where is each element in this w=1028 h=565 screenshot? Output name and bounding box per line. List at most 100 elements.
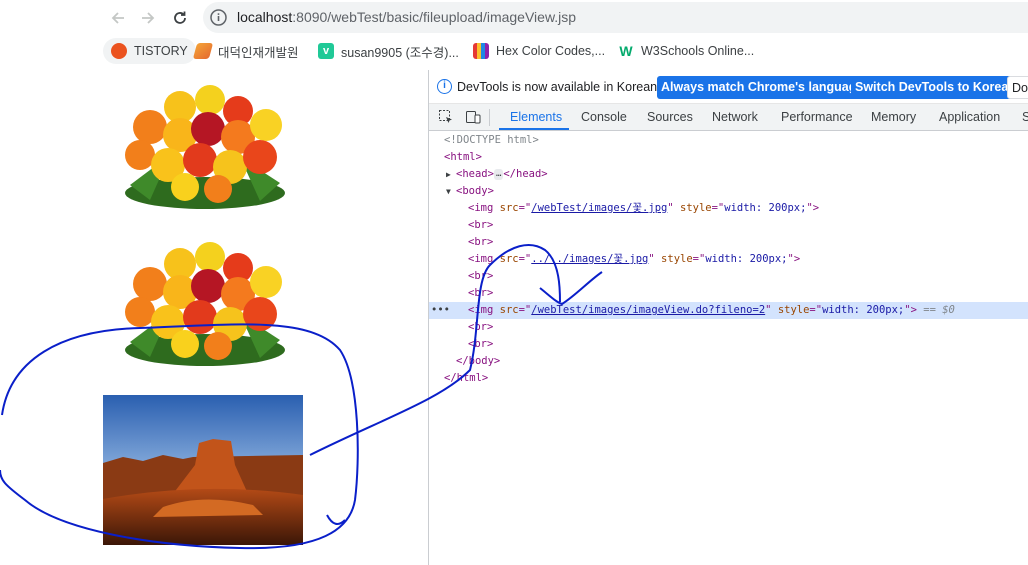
tag-text: <br>: [468, 338, 494, 350]
devtools-tabbar: Elements Console Sources Network Perform…: [429, 104, 1028, 131]
dom-br[interactable]: <br>: [429, 319, 1028, 336]
flower-image-2: [125, 242, 285, 366]
src-link[interactable]: ../../images/꽃.jpg: [531, 253, 648, 265]
tag-text: </html>: [444, 372, 489, 384]
bookmark-label: TISTORY: [134, 44, 188, 58]
attr-name: style: [777, 304, 810, 316]
dom-br[interactable]: <br>: [429, 234, 1028, 251]
palette-icon: [473, 43, 489, 59]
collapse-triangle-icon[interactable]: ▼: [446, 183, 456, 200]
dom-body-close[interactable]: </body>: [429, 353, 1028, 370]
tag-text: <br>: [468, 321, 494, 333]
dom-img-1[interactable]: <img src="/webTest/images/꽃.jpg" style="…: [429, 200, 1028, 217]
elements-tree: <!DOCTYPE html> <html> ▶ <head>… </head> ▼…: [429, 132, 1028, 565]
doctype-text: <!DOCTYPE html>: [444, 134, 539, 146]
device-toolbar-icon[interactable]: [465, 109, 481, 125]
bookmark-label: susan9905 (조수경)...: [341, 45, 459, 60]
attr-name: src: [499, 304, 519, 316]
tag-text: </head>: [503, 168, 548, 180]
url-text[interactable]: localhost:8090/webTest/basic/fileupload/…: [237, 9, 576, 25]
url-path: :8090/webTest/basic/fileupload/imageView…: [292, 9, 577, 25]
more-options-icon[interactable]: •••: [431, 302, 450, 319]
tab-performance[interactable]: Performance: [781, 110, 853, 124]
tab-sources[interactable]: Sources: [647, 110, 693, 124]
dom-br[interactable]: <br>: [429, 268, 1028, 285]
tag-text: <body>: [456, 185, 494, 197]
reload-button[interactable]: [169, 7, 191, 29]
tag-text: <img: [468, 304, 494, 316]
velog-icon: v: [318, 43, 334, 59]
tag-text: <head>: [456, 168, 494, 180]
dom-br[interactable]: <br>: [429, 336, 1028, 353]
tab-memory[interactable]: Memory: [871, 110, 916, 124]
desert-image: [103, 395, 303, 545]
dont-show-button[interactable]: Don: [1007, 76, 1028, 99]
bookmark-label: W3Schools Online...: [641, 44, 755, 58]
tag-text: >: [812, 202, 820, 214]
dom-html-close[interactable]: </html>: [429, 370, 1028, 387]
attr-name: src: [499, 253, 519, 265]
devtools-infobar: i DevTools is now available in Korean! A…: [429, 70, 1028, 104]
arrow-left-icon: [111, 12, 124, 24]
switch-language-button[interactable]: Switch DevTools to Korean: [851, 76, 1020, 99]
tag-text: </body>: [456, 355, 501, 367]
attr-value: width: 200px;: [705, 253, 788, 265]
bookmark-w3schools[interactable]: W W3Schools Online...: [618, 38, 754, 64]
inspect-element-icon[interactable]: [438, 109, 454, 125]
page-content: [0, 70, 428, 565]
tistory-icon: [111, 43, 127, 59]
browser-toolbar: localhost:8090/webTest/basic/fileupload/…: [95, 0, 1028, 35]
bookmark-label: Hex Color Codes,...: [496, 44, 606, 58]
tag-text: <br>: [468, 270, 494, 282]
src-link[interactable]: /webTest/images/imageView.do?fileno=2: [531, 304, 765, 316]
tag-text: <br>: [468, 287, 494, 299]
bookmark-susan9905[interactable]: v susan9905 (조수경)...: [318, 38, 459, 64]
tag-text: >: [910, 304, 917, 316]
bookmarks-bar: TISTORY 대덕인재개발원 v susan9905 (조수경)... Hex…: [95, 35, 1028, 68]
dom-doctype[interactable]: <!DOCTYPE html>: [429, 132, 1028, 149]
back-button[interactable]: [107, 7, 129, 29]
info-icon: i: [437, 79, 452, 94]
collapsed-ellipsis[interactable]: …: [493, 168, 504, 180]
daedeok-icon: [192, 43, 214, 59]
attr-value: width: 200px;: [724, 202, 807, 214]
tab-network[interactable]: Network: [712, 110, 758, 124]
tab-console[interactable]: Console: [581, 110, 627, 124]
dom-br[interactable]: <br>: [429, 285, 1028, 302]
dom-img-2[interactable]: <img src="../../images/꽃.jpg" style="wid…: [429, 251, 1028, 268]
bookmark-tistory[interactable]: TISTORY: [103, 38, 196, 64]
active-tab-indicator: [499, 128, 569, 130]
dom-img-3-selected[interactable]: ••• <img src="/webTest/images/imageView.d…: [429, 302, 1028, 319]
omnibox[interactable]: localhost:8090/webTest/basic/fileupload/…: [203, 2, 1028, 33]
dom-body[interactable]: ▼ <body>: [429, 183, 1028, 200]
tab-elements[interactable]: Elements: [510, 110, 562, 124]
bookmark-daedeok[interactable]: 대덕인재개발원: [192, 38, 299, 64]
attr-value: width: 200px;: [822, 304, 905, 316]
expand-triangle-icon[interactable]: ▶: [446, 166, 456, 183]
src-link[interactable]: /webTest/images/꽃.jpg: [531, 202, 667, 214]
tab-application[interactable]: Application: [939, 110, 1000, 124]
devtools-panel: i DevTools is now available in Korean! A…: [428, 70, 1028, 565]
bookmark-label: 대덕인재개발원: [218, 45, 299, 60]
tag-text: <img: [468, 202, 494, 214]
tag-text: <br>: [468, 219, 494, 231]
bookmark-hex-color[interactable]: Hex Color Codes,...: [473, 38, 605, 64]
tag-text: <img: [468, 253, 494, 265]
dom-head[interactable]: ▶ <head>… </head>: [429, 166, 1028, 183]
toolbar-divider: [489, 109, 490, 126]
tab-more[interactable]: S: [1022, 110, 1028, 124]
arrow-right-icon: [142, 12, 155, 24]
match-language-button[interactable]: Always match Chrome's language: [657, 76, 868, 99]
attr-name: style: [680, 202, 712, 214]
flower-image-1: [125, 85, 285, 209]
tag-text: >: [793, 253, 801, 265]
dom-br[interactable]: <br>: [429, 217, 1028, 234]
forward-button[interactable]: [137, 7, 159, 29]
dom-html[interactable]: <html>: [429, 149, 1028, 166]
selected-node-marker: == $0: [923, 304, 955, 316]
tag-text: <br>: [468, 236, 494, 248]
tag-text: <html>: [444, 151, 482, 163]
site-info-icon[interactable]: [209, 8, 228, 27]
reload-icon: [174, 11, 186, 24]
url-host: localhost: [237, 9, 293, 25]
